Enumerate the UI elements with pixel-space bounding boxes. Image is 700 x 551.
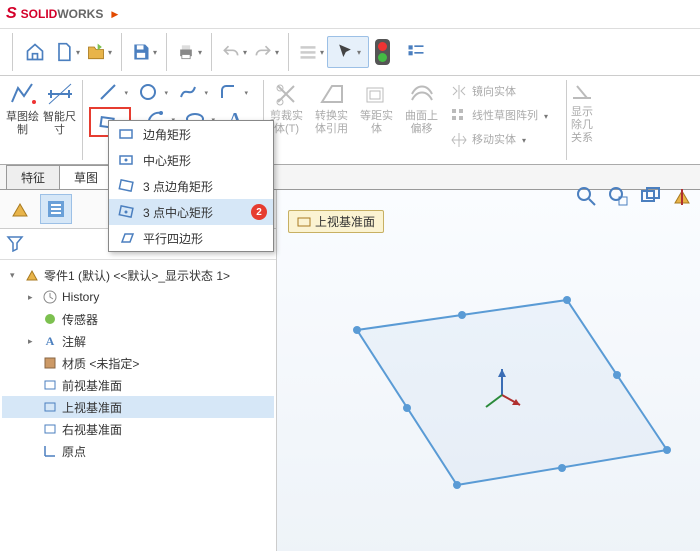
- tree-root[interactable]: ▾ 零件1 (默认) <<默认>_显示状态 1>: [2, 264, 274, 286]
- origin-icon: [42, 443, 58, 459]
- convert-label: 转换实 体引用: [315, 110, 348, 136]
- display-label: 显示 除几 关系: [571, 106, 593, 145]
- menu-3pt-center-rectangle[interactable]: 3 点中心矩形 2: [109, 199, 273, 225]
- tree-item-right-plane[interactable]: 右视基准面: [2, 418, 274, 440]
- part-icon: [24, 267, 40, 283]
- ds-logo-icon: S: [6, 5, 17, 23]
- cursor-select-button[interactable]: ▾: [327, 36, 369, 68]
- select-from-list-button: ▾: [295, 36, 327, 68]
- property-manager-tab[interactable]: [40, 194, 72, 224]
- tab-sketch[interactable]: 草图: [59, 165, 113, 189]
- undo-button: ▾: [218, 36, 250, 68]
- offset-surface-icon: [407, 80, 437, 110]
- sketch-button[interactable]: 草图绘 制: [6, 80, 39, 137]
- top-plane-outline: [287, 200, 700, 551]
- redo-button: ▾: [250, 36, 282, 68]
- home-button[interactable]: [19, 36, 51, 68]
- material-icon: [42, 355, 58, 371]
- tree-item-material[interactable]: 材质 <未指定>: [2, 352, 274, 374]
- circle-tool[interactable]: ▾: [136, 80, 160, 104]
- print-button[interactable]: ▾: [173, 36, 205, 68]
- display-relations-icon: [569, 80, 595, 106]
- options-button[interactable]: [400, 36, 432, 68]
- rebuild-status-icon: [375, 39, 390, 65]
- zoom-to-area-button[interactable]: [604, 182, 632, 210]
- mirror-entities-button: 镜向实体: [450, 80, 516, 104]
- open-button[interactable]: ▾: [83, 36, 115, 68]
- section-view-button[interactable]: [668, 182, 696, 210]
- tree-filter-button[interactable]: [6, 234, 24, 255]
- graphics-area[interactable]: 上视基准面: [277, 190, 700, 551]
- trim-label: 剪裁实 体(T): [270, 110, 303, 136]
- zoom-to-fit-button[interactable]: [572, 182, 600, 210]
- tree-item-front-plane[interactable]: 前视基准面: [2, 374, 274, 396]
- history-icon: [42, 289, 58, 305]
- offset-surface-label: 曲面上 偏移: [405, 110, 438, 136]
- tree-item-history[interactable]: ▸ History: [2, 286, 274, 308]
- linear-pattern-button: 线性草图阵列▾: [450, 104, 548, 128]
- fillet-tool[interactable]: ▾: [216, 80, 240, 104]
- ribbon: 草图绘 制 智能尺 寸 ▾ ▾ ▾ ▾ ▾ 1 ▾: [0, 76, 700, 165]
- trim-icon: [272, 80, 302, 110]
- app-logo: S SOLIDWORKS ▶: [6, 5, 118, 23]
- annotation-icon: A: [42, 333, 58, 349]
- plane-icon: [42, 421, 58, 437]
- tree-item-top-plane[interactable]: 上视基准面: [2, 396, 274, 418]
- plane-icon: [297, 215, 311, 229]
- sketch-label: 草图绘 制: [6, 111, 39, 137]
- move-entities-button: 移动实体▾: [450, 128, 526, 152]
- new-button[interactable]: ▾: [51, 36, 83, 68]
- heads-up-view-toolbar: [572, 182, 696, 210]
- breadcrumb-plane-chip[interactable]: 上视基准面: [288, 210, 384, 233]
- feature-tree: ▾ 零件1 (默认) <<默认>_显示状态 1> ▸ History 传感器 ▸…: [0, 260, 276, 466]
- sensor-icon: [42, 311, 58, 327]
- tree-item-origin[interactable]: 原点: [2, 440, 274, 462]
- menu-3pt-corner-rectangle[interactable]: 3 点边角矩形: [109, 173, 273, 199]
- dimension-label: 智能尺 寸: [43, 111, 76, 137]
- previous-view-button[interactable]: [636, 182, 664, 210]
- tree-item-sensors[interactable]: 传感器: [2, 308, 274, 330]
- menu-parallelogram[interactable]: 平行四边形: [109, 225, 273, 251]
- app-menu-caret-icon[interactable]: ▶: [111, 9, 118, 20]
- feature-tree-tab[interactable]: [4, 194, 36, 224]
- callout-2: 2: [251, 204, 267, 220]
- tab-feature[interactable]: 特征: [6, 165, 60, 189]
- spline-tool[interactable]: ▾: [176, 80, 200, 104]
- line-tool[interactable]: ▾: [96, 80, 120, 104]
- menu-corner-rectangle[interactable]: 边角矩形: [109, 121, 273, 147]
- smart-dimension-button[interactable]: 智能尺 寸: [43, 80, 76, 137]
- tree-item-annotations[interactable]: ▸A 注解: [2, 330, 274, 352]
- offset-entities-icon: [362, 80, 392, 110]
- plane-icon: [42, 377, 58, 393]
- rectangle-dropdown-menu: 边角矩形 中心矩形 3 点边角矩形 3 点中心矩形 2 平行四边形: [108, 120, 274, 252]
- menu-center-rectangle[interactable]: 中心矩形: [109, 147, 273, 173]
- convert-entities-icon: [317, 80, 347, 110]
- quick-access-toolbar: ▾ ▾ ▾ ▾ ▾ ▾ ▾ ▾: [0, 29, 700, 76]
- offset-entities-label: 等距实 体: [360, 110, 393, 136]
- save-button[interactable]: ▾: [128, 36, 160, 68]
- plane-icon: [42, 399, 58, 415]
